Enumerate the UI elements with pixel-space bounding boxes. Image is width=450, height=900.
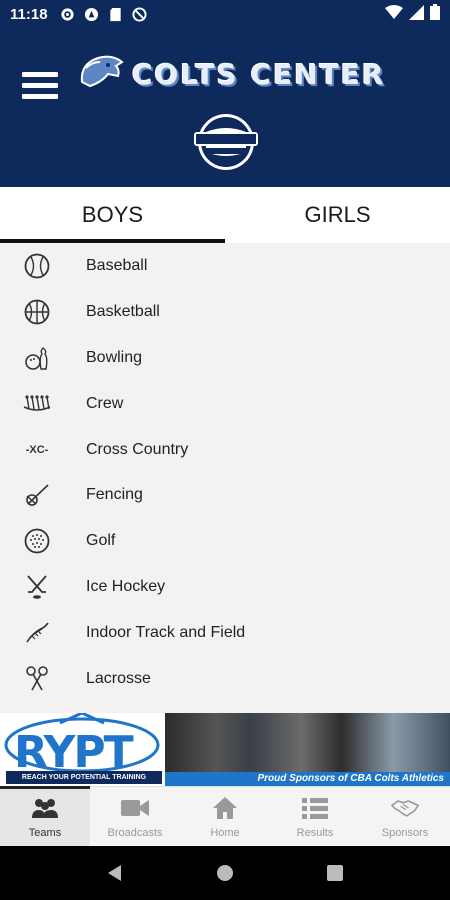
sport-label: Baseball: [86, 256, 148, 274]
baseball-icon: [22, 251, 52, 281]
wifi-icon: [385, 4, 403, 24]
sport-label: Crew: [86, 394, 124, 412]
sport-item-indoor-track[interactable]: Indoor Track and Field: [0, 610, 450, 656]
bowling-icon: [22, 343, 52, 373]
home-icon: [211, 795, 239, 821]
sport-label: Fencing: [86, 486, 143, 504]
sport-label: Ice Hockey: [86, 578, 166, 596]
ice-hockey-icon: [22, 572, 52, 602]
sport-item-baseball[interactable]: Baseball: [0, 243, 450, 289]
bottom-navigation: Teams Broadcasts Home Results Sponsors: [0, 786, 450, 846]
basketball-icon: [22, 297, 52, 327]
sports-list: Baseball Basketball Bowling Crew -XC- Cr…: [0, 243, 450, 713]
xc-icon-text: XC: [29, 443, 45, 456]
back-button[interactable]: [103, 861, 127, 885]
world-subaru-logo: [186, 110, 266, 174]
signal-icon: [409, 4, 424, 24]
sport-item-basketball[interactable]: Basketball: [0, 289, 450, 335]
rypt-logo: RYPT REACH YOUR POTENTIAL TRAINING: [0, 713, 165, 786]
status-time: 11:18: [10, 5, 48, 23]
nav-teams[interactable]: Teams: [0, 787, 90, 846]
rypt-tagline: REACH YOUR POTENTIAL TRAINING: [6, 771, 162, 784]
video-icon: [121, 795, 149, 821]
track-icon: [22, 618, 52, 648]
settings-icon: [60, 6, 76, 22]
sport-label: Lacrosse: [86, 669, 151, 687]
status-right-icons: [385, 4, 440, 24]
status-bar: 11:18: [0, 0, 450, 28]
ad-strip-text: Proud Sponsors of CBA Colts Athletics: [165, 772, 450, 786]
hamburger-menu-button[interactable]: [22, 72, 58, 102]
app-icon: [84, 6, 100, 22]
sport-label: Basketball: [86, 302, 160, 320]
ad-photos: [165, 713, 450, 773]
lacrosse-icon: [22, 664, 52, 694]
sport-label: Indoor Track and Field: [86, 624, 246, 642]
recents-button[interactable]: [323, 861, 347, 885]
app-title: COLTS CENTER: [132, 58, 386, 91]
menu-bar: [22, 94, 58, 99]
sport-label: Bowling: [86, 348, 143, 366]
sport-label: Golf: [86, 532, 116, 550]
ad-progress-indicator: [0, 786, 90, 789]
menu-bar: [22, 72, 58, 77]
cross-country-icon: -XC-: [25, 443, 49, 456]
nav-label: Broadcasts: [107, 826, 163, 839]
battery-icon: [430, 4, 440, 24]
sport-item-crew[interactable]: Crew: [0, 381, 450, 427]
menu-bar: [22, 83, 58, 88]
app-header: COLTS CENTER: [0, 28, 450, 187]
crew-icon: [22, 389, 52, 419]
nav-label: Home: [210, 826, 240, 839]
nav-results[interactable]: Results: [270, 787, 360, 846]
teams-icon: [31, 795, 59, 821]
status-icons: [60, 6, 148, 22]
fencing-icon: [22, 480, 52, 510]
home-button[interactable]: [213, 861, 237, 885]
nav-label: Teams: [28, 826, 62, 839]
nav-label: Sponsors: [381, 826, 429, 839]
sport-item-lacrosse[interactable]: Lacrosse: [0, 656, 450, 702]
no-sim-icon: [132, 6, 148, 22]
nav-sponsors[interactable]: Sponsors: [360, 787, 450, 846]
nav-broadcasts[interactable]: Broadcasts: [90, 787, 180, 846]
brand: COLTS CENTER: [78, 52, 385, 97]
sport-item-golf[interactable]: Golf: [0, 518, 450, 564]
sport-item-fencing[interactable]: Fencing: [0, 472, 450, 518]
sport-item-cross-country[interactable]: -XC- Cross Country: [0, 427, 450, 473]
system-navigation-bar: [0, 846, 450, 900]
results-icon: [301, 795, 329, 821]
nav-label: Results: [296, 826, 334, 839]
sponsor-ad-banner[interactable]: RYPT REACH YOUR POTENTIAL TRAINING Proud…: [0, 713, 450, 786]
golf-icon: [22, 526, 52, 556]
sd-card-icon: [108, 6, 124, 22]
handshake-icon: [391, 795, 419, 821]
gender-tabs: BOYS GIRLS: [0, 187, 450, 243]
nav-home[interactable]: Home: [180, 787, 270, 846]
tab-girls[interactable]: GIRLS: [225, 187, 450, 243]
sport-label: Cross Country: [86, 440, 189, 458]
tab-boys[interactable]: BOYS: [0, 187, 225, 243]
colt-logo-icon: [78, 52, 126, 97]
sport-item-bowling[interactable]: Bowling: [0, 335, 450, 381]
sport-item-ice-hockey[interactable]: Ice Hockey: [0, 564, 450, 610]
